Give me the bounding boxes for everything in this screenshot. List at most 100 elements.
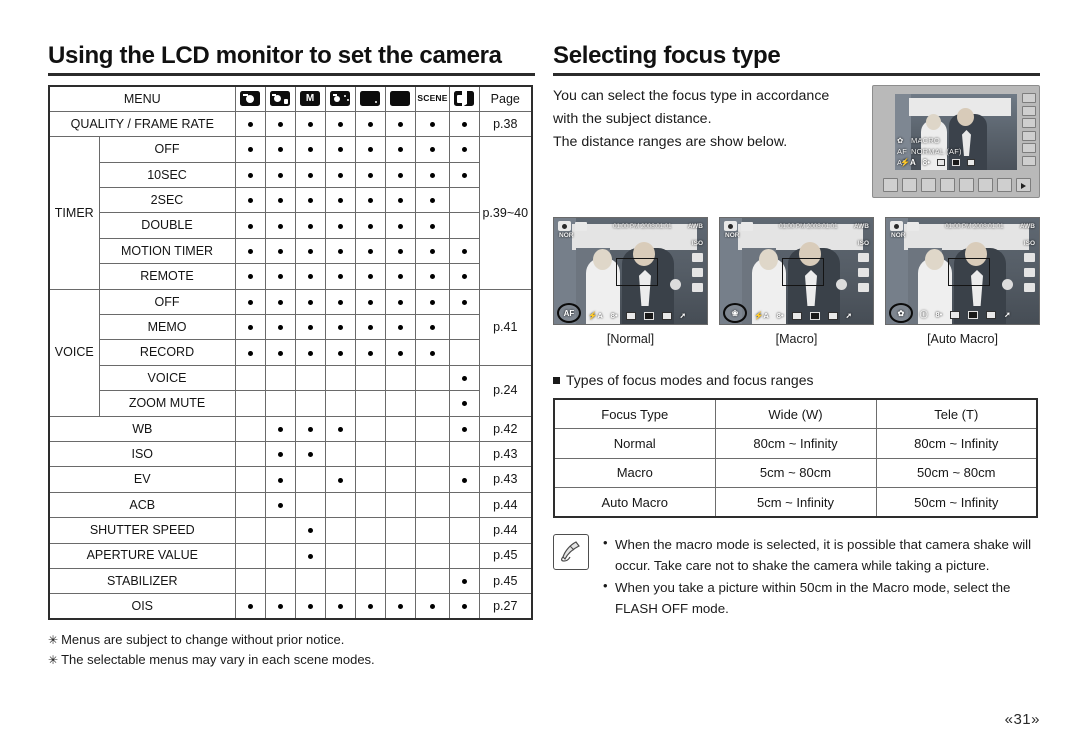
af-frame	[782, 258, 824, 286]
focus-table-cell: Normal	[553, 428, 716, 459]
availability-cell	[384, 415, 416, 442]
focus-table-row: Auto Macro 5cm ~ Infinity 50cm ~ Infinity	[553, 487, 1038, 518]
menu-label-cell: OFF	[98, 136, 236, 163]
focus-mode-badge: AF	[563, 308, 575, 318]
availability-cell	[294, 364, 326, 392]
table-row: ISO p.43	[47, 440, 534, 468]
note-item: When you take a picture within 50cm in t…	[603, 576, 1040, 619]
availability-cell	[294, 567, 326, 595]
bottom-button[interactable]	[940, 178, 955, 192]
menu-label-cell: 2SEC	[98, 187, 236, 214]
availability-cell	[354, 110, 386, 138]
focus-table-header-cell: Wide (W)	[714, 398, 877, 429]
availability-cell	[324, 593, 356, 621]
page-ref-cell: p.27	[478, 593, 534, 621]
availability-cell	[414, 517, 450, 544]
menu-label-cell: ZOOM MUTE	[98, 390, 236, 417]
bottom-button[interactable]	[978, 178, 993, 192]
bottom-button[interactable]	[902, 178, 917, 192]
drive-mode-icon	[986, 310, 997, 319]
availability-cell	[384, 491, 416, 519]
lcd-bottom-bar: ⚡A 8• ➚	[560, 311, 701, 320]
menu-label-cell: REMOTE	[98, 263, 236, 290]
side-button[interactable]	[1022, 105, 1036, 116]
side-button[interactable]	[1022, 93, 1036, 103]
square-bullet-icon	[553, 377, 560, 384]
focus-table-row: Macro 5cm ~ 80cm 50cm ~ 80cm	[553, 457, 1038, 488]
focus-area-icon	[968, 310, 979, 319]
thumbnail-caption: [Macro]	[775, 332, 818, 346]
availability-cell	[324, 440, 356, 468]
availability-cell	[384, 161, 416, 189]
availability-cell	[384, 440, 416, 468]
af-frame	[616, 258, 658, 286]
availability-cell	[354, 187, 386, 214]
side-button[interactable]	[1022, 155, 1036, 166]
shot-count-label: 8•	[776, 311, 784, 320]
availability-cell	[234, 237, 266, 265]
availability-cell	[324, 364, 356, 392]
availability-cell	[384, 567, 416, 595]
side-button[interactable]	[1022, 143, 1036, 153]
menu-availability-table: MENU M SCENE Page QUALITY / FRAME RATE p.38 TI…	[47, 84, 534, 621]
focus-mode-examples: 01:00 PM 2008.01.01 AWB NOR ISO ⚡A 8• ➚ …	[553, 217, 1040, 346]
normal-af-label: NORMAL (AF)	[911, 147, 962, 156]
menu-label-cell: VOICE	[98, 364, 236, 392]
availability-cell	[448, 263, 480, 290]
menu-label-cell: MEMO	[98, 314, 236, 341]
availability-cell	[384, 364, 416, 392]
table-row: MEMO	[49, 314, 532, 341]
bottom-button[interactable]	[959, 178, 974, 192]
lcd-top-bar: 01:00 PM 2008.01.01 AWB	[724, 221, 869, 231]
table-row: EV p.43	[47, 466, 534, 493]
availability-cell	[234, 567, 266, 595]
flash-icon: ⚡A	[900, 158, 916, 167]
side-button[interactable]	[1022, 118, 1036, 128]
availability-cell	[384, 110, 416, 138]
bottom-button[interactable]	[997, 178, 1012, 192]
datetime-label: 01:00 PM 2008.01.01	[945, 222, 1004, 230]
quality-badge-icon	[575, 221, 587, 231]
mode-icon-cell	[448, 84, 480, 112]
mode-icon-cell: M	[294, 84, 326, 112]
availability-cell	[448, 288, 480, 316]
availability-cell	[294, 440, 326, 468]
mode-icon-cell: SCENE	[414, 84, 450, 112]
right-arrow-button[interactable]	[1016, 178, 1031, 192]
burst-icon	[858, 283, 869, 292]
side-button[interactable]	[1022, 130, 1036, 141]
availability-cell	[448, 517, 480, 544]
burst-icon	[1024, 283, 1035, 292]
white-balance-label: AWB	[1019, 222, 1035, 230]
table-row: DOUBLE	[49, 212, 532, 239]
availability-cell	[414, 161, 450, 189]
menu-label-cell: STABILIZER	[47, 567, 236, 595]
availability-cell	[448, 390, 480, 417]
table-row: WB p.42	[47, 415, 534, 442]
availability-cell	[414, 237, 450, 265]
focus-mode-highlight: ✿	[889, 303, 913, 323]
macro-flower-icon: ✿	[897, 136, 904, 145]
availability-cell	[414, 187, 450, 214]
focus-table-cell: 50cm ~ 80cm	[875, 457, 1038, 488]
metering-icon	[625, 311, 636, 320]
availability-cell	[384, 517, 416, 544]
availability-cell	[384, 542, 416, 569]
right-section-heading: Selecting focus type	[553, 42, 1040, 76]
focus-table-header-cell: Focus Type	[553, 398, 716, 429]
flash-icon: ⚡A	[588, 311, 603, 320]
availability-cell	[354, 567, 386, 595]
availability-cell	[448, 237, 480, 265]
availability-cell	[324, 466, 356, 493]
availability-cell	[324, 237, 356, 265]
availability-cell	[264, 567, 296, 595]
menu-label-cell: SHUTTER SPEED	[47, 517, 236, 544]
mode-icon-cell	[354, 84, 386, 112]
focus-mode-badge: ✿	[897, 308, 905, 318]
af-frame	[948, 258, 990, 286]
menu-label-cell: 10SEC	[98, 161, 236, 189]
bottom-button[interactable]	[883, 178, 898, 192]
availability-cell	[264, 136, 296, 163]
bottom-button[interactable]	[921, 178, 936, 192]
availability-cell	[294, 288, 326, 316]
